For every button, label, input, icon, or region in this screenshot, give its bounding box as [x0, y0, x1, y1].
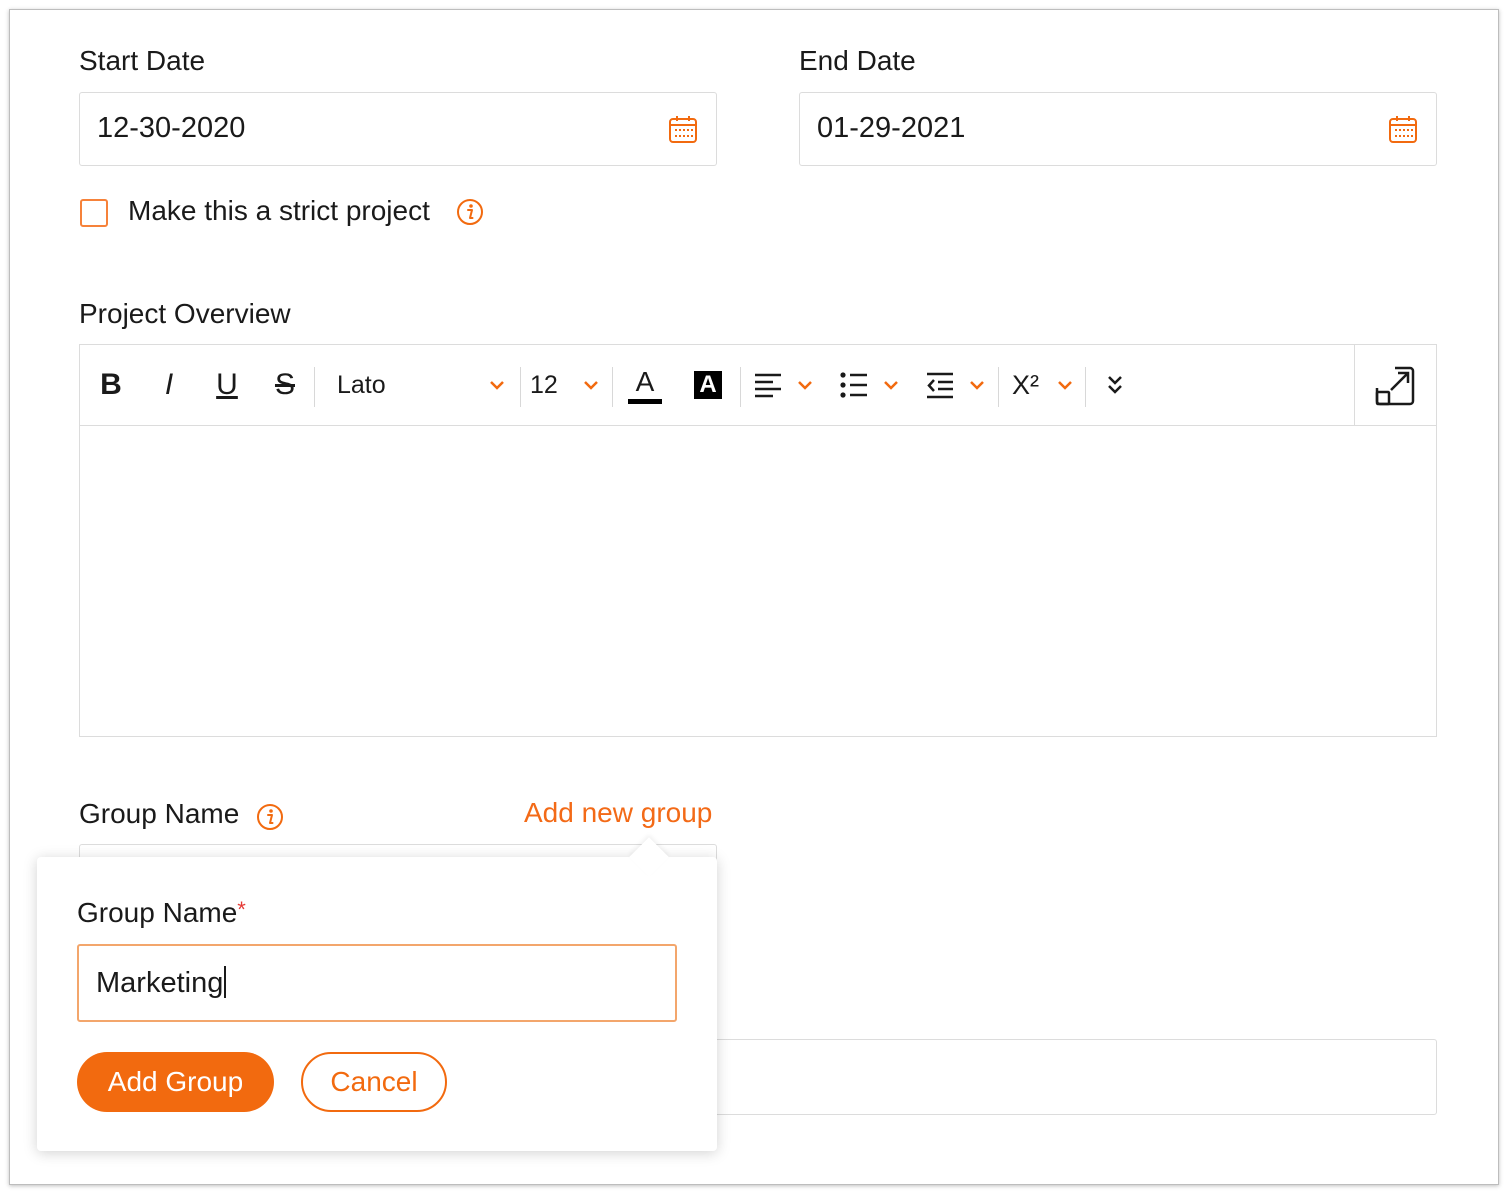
underline-button[interactable]: U — [212, 363, 242, 407]
font-size-select[interactable]: 12 — [530, 363, 600, 407]
toolbar-divider — [1085, 367, 1086, 407]
add-group-button[interactable]: Add Group — [77, 1052, 274, 1112]
start-date-value: 12-30-2020 — [97, 112, 246, 144]
end-date-value: 01-29-2021 — [817, 112, 966, 144]
start-date-label: Start Date — [79, 45, 206, 76]
expand-icon — [1375, 366, 1415, 406]
font-family-select[interactable]: Lato — [326, 363, 506, 407]
popover-group-name-text: Group Name — [77, 897, 238, 928]
indent-select[interactable] — [926, 363, 986, 407]
list-select[interactable] — [840, 363, 900, 407]
chevron-down-icon — [798, 381, 812, 390]
chevron-down-icon — [1058, 381, 1072, 390]
bullet-list-icon — [840, 372, 867, 398]
strict-project-checkbox[interactable] — [80, 199, 108, 227]
more-tools-button[interactable] — [1102, 363, 1128, 407]
form-field[interactable] — [700, 1039, 1437, 1115]
superscript-select[interactable]: X² — [1012, 363, 1074, 407]
strict-project-label[interactable]: Make this a strict project — [128, 195, 430, 227]
add-group-popover: Group Name* Marketing Add Group Cancel — [37, 837, 717, 1151]
project-overview-label: Project Overview — [79, 298, 291, 329]
chevron-down-icon — [584, 381, 598, 390]
calendar-icon[interactable] — [668, 114, 698, 144]
bold-button[interactable]: B — [96, 363, 126, 407]
end-date-field[interactable]: 01-29-2021 — [799, 92, 1437, 166]
superscript-label: X² — [1012, 369, 1039, 400]
toolbar-divider — [314, 367, 315, 407]
chevron-down-icon — [970, 381, 984, 390]
toolbar-divider — [740, 367, 741, 407]
chevron-down-icon — [884, 381, 898, 390]
end-date-label: End Date — [799, 45, 916, 76]
italic-button[interactable]: I — [154, 363, 184, 407]
highlight-color-button[interactable]: A — [692, 363, 724, 407]
double-chevron-down-icon — [1108, 376, 1122, 394]
font-color-bar — [628, 398, 662, 404]
font-family-value: Lato — [337, 370, 386, 399]
expand-editor-button[interactable] — [1354, 345, 1436, 426]
start-date-field[interactable]: 12-30-2020 — [79, 92, 717, 166]
highlight-letter: A — [694, 371, 722, 399]
required-mark: * — [237, 897, 246, 922]
text-caret — [224, 966, 227, 998]
popover-group-name-label: Group Name* — [77, 897, 246, 929]
info-icon[interactable] — [256, 803, 284, 831]
group-name-label: Group Name — [79, 798, 240, 829]
align-select[interactable] — [754, 363, 814, 407]
group-name-input-value: Marketing — [96, 966, 227, 1000]
font-color-button[interactable]: A — [626, 363, 664, 407]
info-icon[interactable] — [456, 198, 484, 226]
calendar-icon[interactable] — [1388, 114, 1418, 144]
cancel-button[interactable]: Cancel — [301, 1052, 447, 1112]
toolbar-divider — [520, 367, 521, 407]
group-name-input[interactable]: Marketing — [77, 944, 677, 1022]
font-size-value: 12 — [530, 370, 558, 399]
strikethrough-button[interactable]: S — [270, 363, 300, 407]
align-left-icon — [755, 373, 781, 398]
font-color-letter: A — [635, 365, 655, 397]
rich-text-editor[interactable]: B I U S Lato 12 A A X² — [79, 344, 1437, 737]
chevron-down-icon — [490, 381, 504, 390]
group-name-input-text: Marketing — [96, 967, 224, 999]
editor-toolbar: B I U S Lato 12 A A X² — [80, 345, 1436, 426]
toolbar-divider — [998, 367, 999, 407]
outdent-icon — [927, 372, 953, 399]
toolbar-divider — [612, 367, 613, 407]
editor-content-area[interactable] — [80, 426, 1436, 736]
add-new-group-link[interactable]: Add new group — [524, 797, 712, 829]
